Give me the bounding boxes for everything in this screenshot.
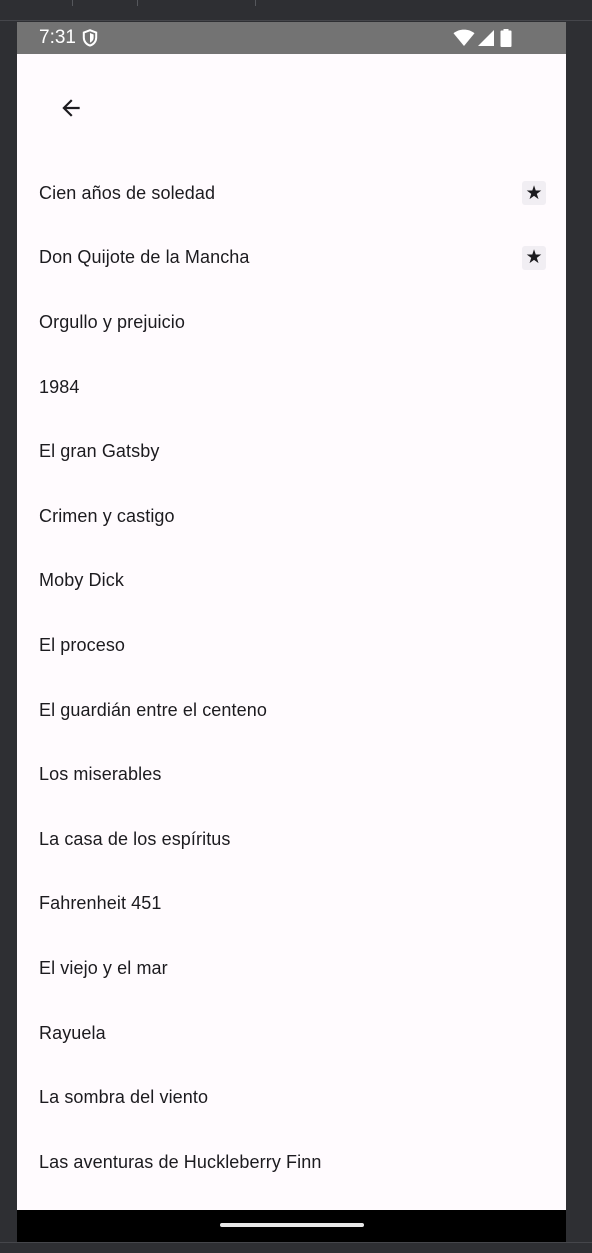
book-list-item[interactable]: Los miserables [17, 742, 566, 807]
book-list-item[interactable]: Rayuela [17, 1001, 566, 1066]
host-tab-divider [72, 0, 73, 6]
book-list-item[interactable]: La casa de los espíritus [17, 807, 566, 872]
book-title: El proceso [39, 634, 126, 655]
book-list-item[interactable]: El guardián entre el centeno [17, 678, 566, 743]
book-list-item[interactable]: Crimen y castigo [17, 484, 566, 549]
book-list-item[interactable]: Don Quijote de la Mancha ★ [17, 226, 566, 291]
book-title: El gran Gatsby [39, 441, 160, 462]
status-bar: 7:31 [17, 22, 566, 54]
book-title: Las aventuras de Huckleberry Finn [39, 1151, 322, 1172]
book-list: Cien años de soledad ★ Don Quijote de la M… [17, 161, 566, 1195]
status-time: 7:31 [39, 27, 76, 48]
book-list-item[interactable]: La sombra del viento [17, 1065, 566, 1130]
book-title: Los miserables [39, 764, 162, 785]
book-list-item[interactable]: El proceso [17, 613, 566, 678]
book-list-item[interactable]: Orgullo y prejuicio [17, 290, 566, 355]
book-title: La sombra del viento [39, 1087, 209, 1108]
wifi-icon [453, 29, 475, 46]
book-title: Cien años de soledad [39, 182, 216, 203]
book-list-item[interactable]: Cien años de soledad ★ [17, 161, 566, 226]
book-title: Moby Dick [39, 570, 124, 591]
arrow-back-icon [62, 99, 80, 117]
book-list-item[interactable]: 1984 [17, 355, 566, 420]
book-title: Orgullo y prejuicio [39, 311, 185, 332]
book-list-item[interactable]: Fahrenheit 451 [17, 872, 566, 937]
star-icon[interactable]: ★ [522, 245, 546, 270]
host-tab-divider [255, 0, 256, 6]
book-title: La casa de los espíritus [39, 828, 231, 849]
device-screen: 7:31 Cien años de soledad ★ Don Quijote … [17, 22, 566, 1242]
book-list-item[interactable]: Las aventuras de Huckleberry Finn [17, 1130, 566, 1195]
book-title: Rayuela [39, 1022, 106, 1043]
book-list-item[interactable]: El gran Gatsby [17, 419, 566, 484]
book-title: El guardián entre el centeno [39, 699, 267, 720]
book-title: El viejo y el mar [39, 957, 168, 978]
home-gesture-handle[interactable] [220, 1223, 364, 1227]
star-icon[interactable]: ★ [522, 181, 546, 206]
system-navigation-bar [17, 1210, 566, 1242]
top-app-bar [17, 54, 566, 154]
book-title: Fahrenheit 451 [39, 893, 162, 914]
book-list-item[interactable]: Moby Dick [17, 549, 566, 614]
back-button[interactable] [47, 84, 95, 132]
battery-icon [500, 29, 512, 47]
book-title: Don Quijote de la Mancha [39, 247, 250, 268]
host-window-topbar [0, 0, 592, 21]
book-title: Crimen y castigo [39, 505, 175, 526]
host-window-bottom-edge [0, 1242, 592, 1253]
shield-icon [82, 29, 98, 47]
book-title: 1984 [39, 376, 80, 397]
signal-icon [478, 30, 494, 46]
host-tab-divider [137, 0, 138, 6]
book-list-item[interactable]: El viejo y el mar [17, 936, 566, 1001]
